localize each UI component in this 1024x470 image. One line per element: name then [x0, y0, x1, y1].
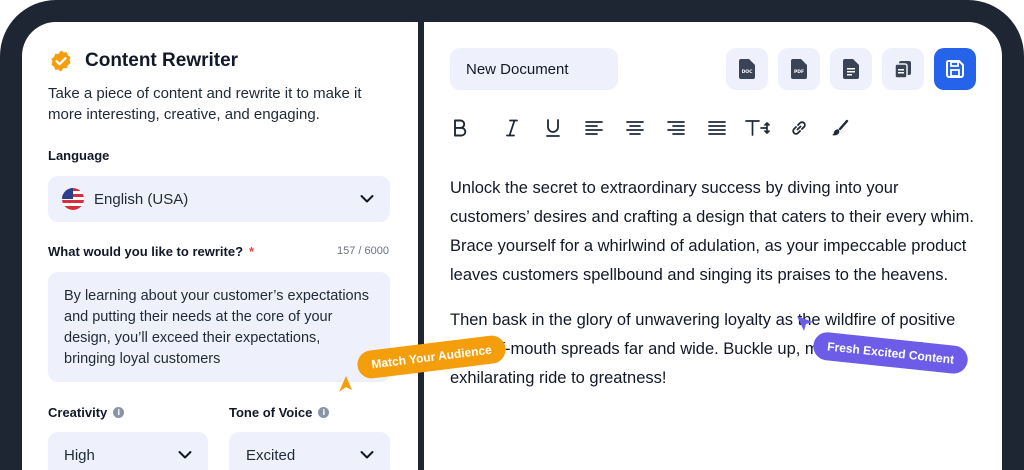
underline-button[interactable] [532, 116, 573, 140]
paragraph: Unlock the secret to extraordinary succe… [450, 179, 974, 284]
verified-badge-icon [49, 49, 73, 73]
align-left-button[interactable] [573, 116, 614, 140]
document-panel: New Document DOC PDF Unlock the secret t… [424, 22, 1002, 470]
italic-button[interactable] [491, 116, 532, 140]
tone-select[interactable]: Excited [229, 432, 390, 470]
align-right-icon [666, 121, 685, 135]
title-row: Content Rewriter [49, 49, 238, 73]
brush-icon [831, 119, 848, 136]
creativity-label: Creativity i [48, 405, 125, 420]
pdf-file-icon: PDF [791, 59, 807, 79]
info-icon[interactable]: i [318, 407, 330, 418]
language-label-text: Language [48, 148, 110, 163]
language-value: English (USA) [94, 190, 189, 208]
tone-value: Excited [246, 446, 296, 464]
link-icon [791, 121, 806, 135]
chevron-down-icon [360, 195, 374, 203]
creativity-value: High [64, 446, 95, 464]
language-label: Language [48, 148, 109, 163]
export-pdf-button[interactable]: PDF [778, 48, 820, 90]
align-left-icon [584, 121, 603, 135]
language-select[interactable]: English (USA) [48, 176, 390, 222]
us-flag-icon [62, 188, 84, 210]
doc-file-label: DOC [742, 69, 754, 75]
page-title: Content Rewriter [85, 50, 239, 71]
chevron-down-icon [360, 451, 374, 459]
doc-file-icon: DOC [739, 59, 755, 79]
align-right-button[interactable] [655, 116, 696, 140]
copy-button[interactable] [882, 48, 924, 90]
chevron-down-icon [178, 451, 192, 459]
justify-button[interactable] [696, 116, 737, 140]
tone-label: Tone of Voice i [229, 405, 330, 420]
pdf-file-label: PDF [794, 69, 804, 75]
purple-cursor-icon [797, 316, 813, 331]
text-file-icon [843, 59, 859, 79]
orange-cursor-icon [339, 376, 352, 392]
link-button[interactable] [778, 116, 819, 140]
italic-icon [505, 119, 518, 137]
copy-icon [894, 61, 911, 79]
info-icon[interactable]: i [113, 407, 125, 418]
creativity-label-text: Creativity [48, 405, 108, 420]
rewrite-label: What would you like to rewrite? * [48, 244, 254, 259]
bold-icon [454, 119, 467, 137]
save-button[interactable] [934, 48, 976, 90]
rewrite-textarea[interactable]: By learning about your customer’s expect… [48, 272, 390, 382]
rewriter-panel: Content Rewriter Take a piece of content… [22, 22, 418, 470]
required-mark: * [249, 244, 255, 259]
creativity-select[interactable]: High [48, 432, 208, 470]
export-text-button[interactable] [830, 48, 872, 90]
document-title-input[interactable]: New Document [450, 48, 618, 90]
document-actions: DOC PDF [726, 48, 976, 90]
document-editor[interactable]: Unlock the secret to extraordinary succe… [450, 174, 980, 409]
char-count: 157 / 6000 [337, 245, 389, 257]
align-center-icon [625, 121, 644, 135]
justify-icon [707, 121, 726, 135]
text-size-icon [744, 120, 770, 136]
formatting-toolbar [450, 116, 860, 140]
document-title-text: New Document [466, 60, 569, 78]
rewrite-label-text: What would you like to rewrite? [48, 244, 244, 259]
align-center-button[interactable] [614, 116, 655, 140]
export-doc-button[interactable]: DOC [726, 48, 768, 90]
tone-label-text: Tone of Voice [229, 405, 313, 420]
bold-button[interactable] [450, 116, 470, 140]
text-size-button[interactable] [737, 116, 778, 140]
brush-button[interactable] [819, 116, 860, 140]
tool-description: Take a piece of content and rewrite it t… [48, 85, 362, 123]
underline-icon [545, 119, 560, 137]
save-icon [945, 60, 964, 78]
